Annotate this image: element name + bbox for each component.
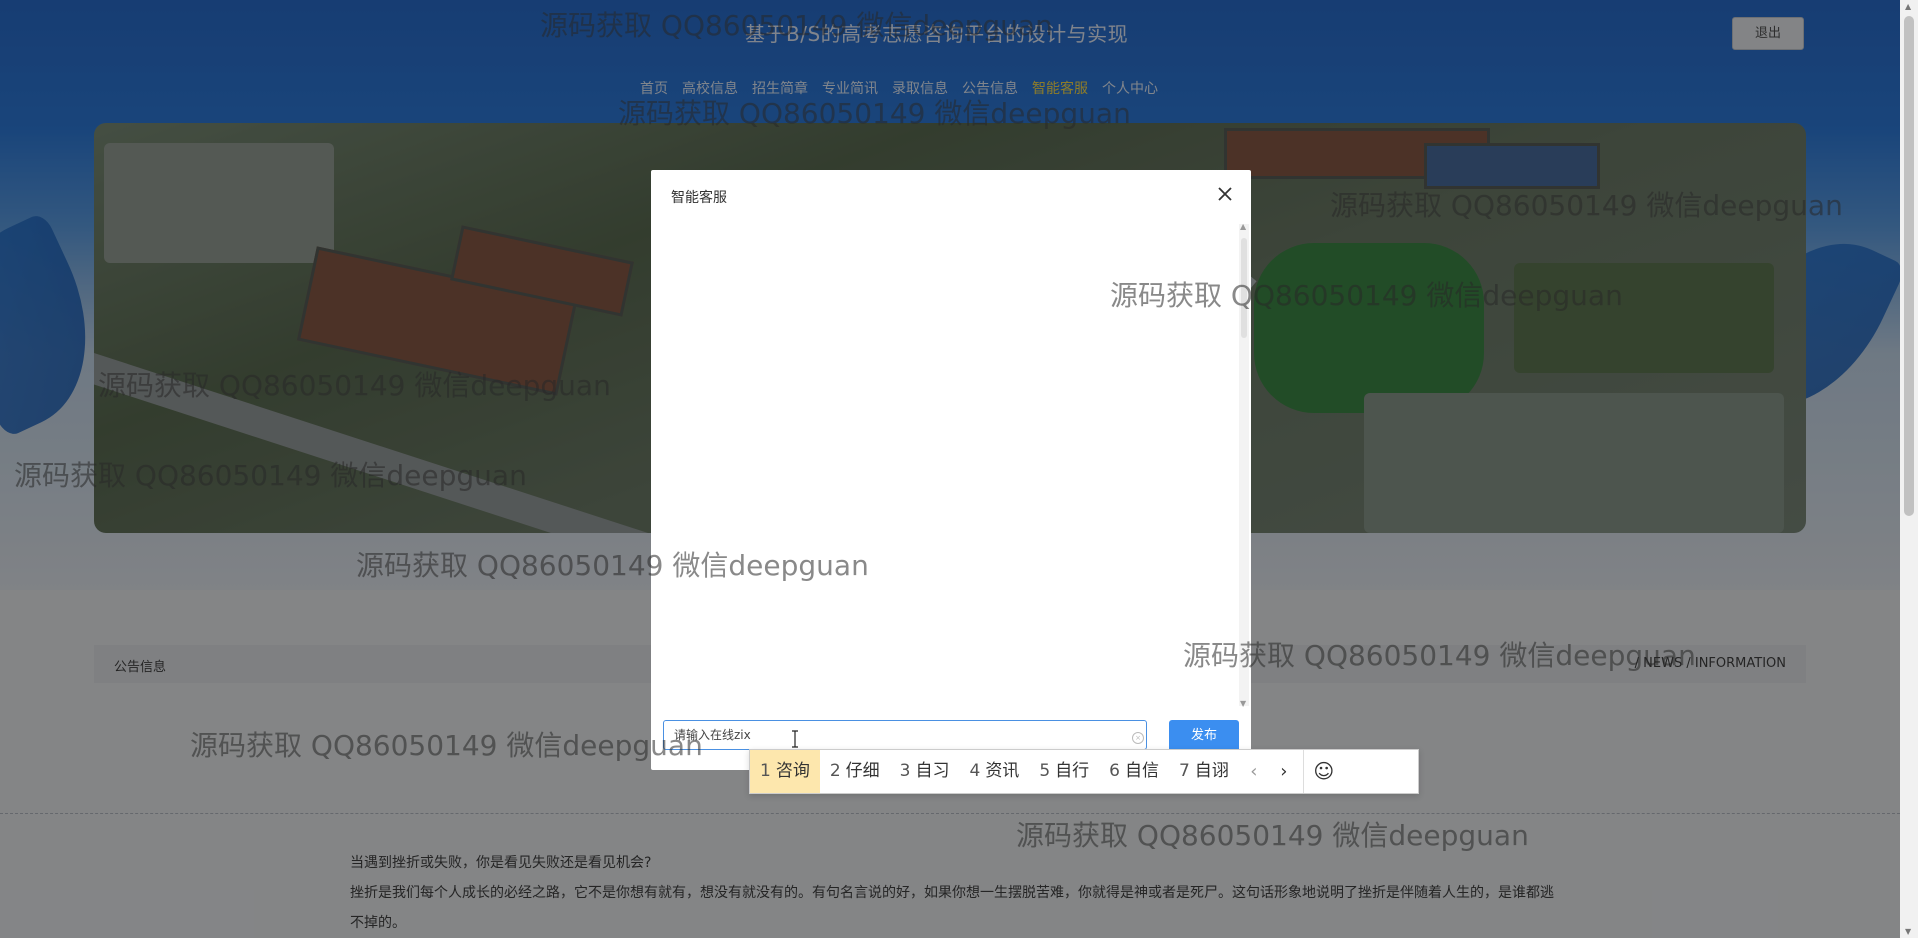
send-button[interactable]: 发布 <box>1169 720 1239 752</box>
ime-next-page-icon[interactable]: › <box>1269 750 1299 793</box>
dialog-header: 智能客服 <box>651 170 1251 220</box>
page-scroll-down-icon[interactable]: ▼ <box>1905 927 1911 936</box>
chat-scrollbar-thumb[interactable] <box>1241 238 1247 338</box>
clear-input-icon[interactable]: × <box>1132 732 1144 744</box>
ime-candidate-4[interactable]: 4 资讯 <box>959 750 1029 793</box>
page-scrollbar-thumb[interactable] <box>1904 16 1914 516</box>
ime-candidate-bar: 1 咨询 2 仔细 3 自习 4 资讯 5 自行 6 自信 7 自诩 ‹ › ☺ <box>749 749 1419 794</box>
smart-service-dialog: 智能客服 ▲ ▼ 请输入在线zix × 发布 <box>651 170 1251 770</box>
page-scroll-up-icon[interactable]: ▲ <box>1905 2 1911 11</box>
chat-input[interactable]: 请输入在线zix <box>663 720 1147 750</box>
ime-candidate-6[interactable]: 6 自信 <box>1099 750 1169 793</box>
ime-emoji-icon[interactable]: ☺ <box>1302 750 1344 793</box>
ime-prev-page-icon[interactable]: ‹ <box>1239 750 1269 793</box>
close-icon[interactable] <box>1213 182 1237 206</box>
dialog-title: 智能客服 <box>671 190 727 206</box>
chat-message-area[interactable] <box>663 224 1235 706</box>
ime-candidate-3[interactable]: 3 自习 <box>890 750 960 793</box>
text-cursor-icon <box>792 730 798 748</box>
ime-candidate-5[interactable]: 5 自行 <box>1029 750 1099 793</box>
chat-scrollbar[interactable]: ▲ ▼ <box>1239 222 1249 708</box>
ime-candidate-2[interactable]: 2 仔细 <box>820 750 890 793</box>
ime-candidate-7[interactable]: 7 自诩 <box>1169 750 1239 793</box>
ime-candidate-1[interactable]: 1 咨询 <box>750 750 820 793</box>
page-scrollbar[interactable]: ▲ ▼ <box>1900 0 1918 938</box>
scroll-up-icon[interactable]: ▲ <box>1240 222 1246 231</box>
scroll-down-icon[interactable]: ▼ <box>1240 699 1246 708</box>
